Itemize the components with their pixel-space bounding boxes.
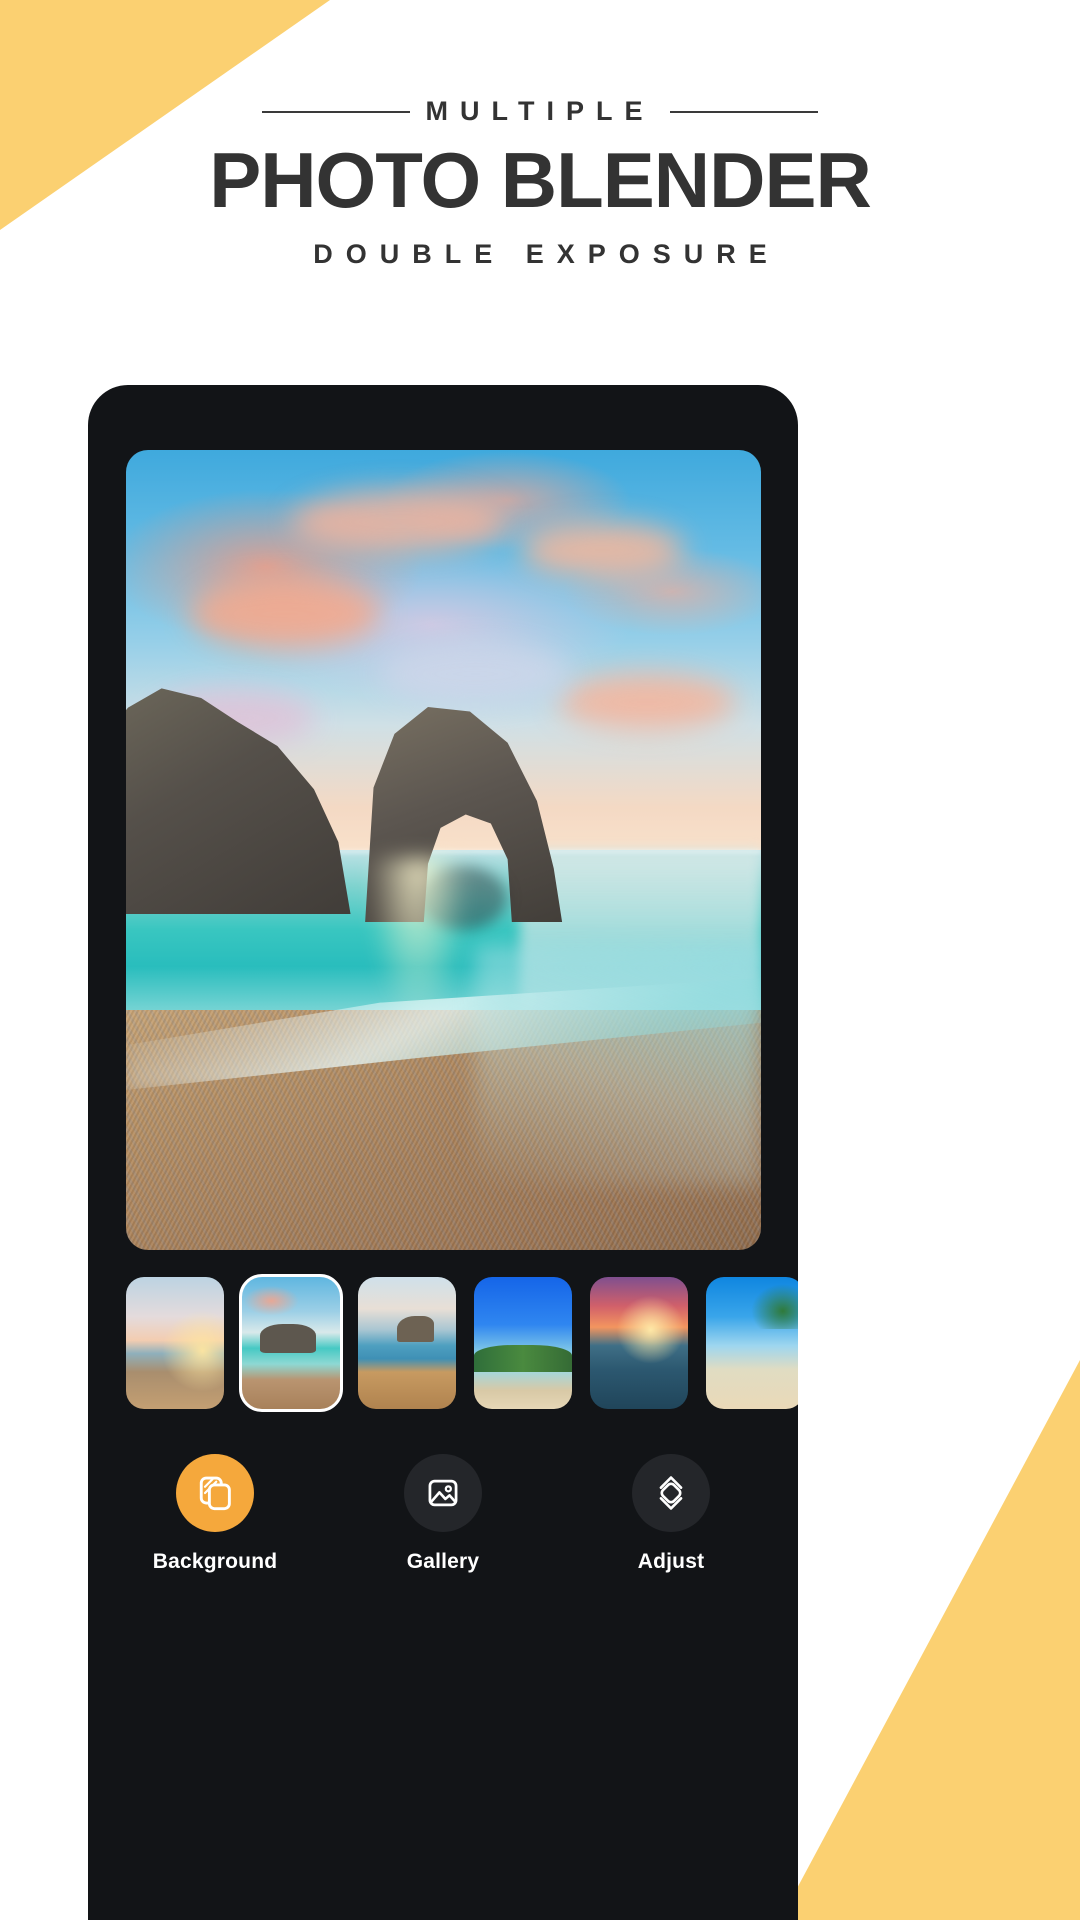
thumbnail-rock (259, 1324, 317, 1354)
tool-adjust[interactable]: Adjust (596, 1454, 746, 1574)
thumbnail-item[interactable] (474, 1276, 572, 1409)
tool-background-label: Background (152, 1550, 278, 1573)
image-icon (428, 1479, 458, 1507)
tool-gallery-label: Gallery (406, 1550, 480, 1573)
bottom-toolbar: Background Gallery Adjust (88, 1440, 798, 1660)
tool-adjust-label: Adjust (637, 1550, 705, 1573)
tool-background-circle (176, 1454, 254, 1532)
thumbnail-item[interactable] (358, 1276, 456, 1409)
preview-canvas[interactable] (126, 450, 761, 1250)
promo-kicker-row: MULTIPLE (0, 96, 1080, 127)
promo-title: PHOTO BLENDER (209, 136, 872, 224)
promo-header: MULTIPLE PHOTO BLENDER DOUBLE EXPOSURE (0, 96, 1080, 270)
tool-adjust-circle (632, 1454, 710, 1532)
thumbnail-art (126, 1276, 224, 1409)
corner-accent-bottom-right (780, 1360, 1080, 1920)
promo-subtitle: DOUBLE EXPOSURE (313, 239, 780, 269)
canvas-photo (126, 450, 761, 1250)
phone-mockup: Background Gallery Adjust (88, 385, 798, 1920)
thumbnail-item[interactable] (590, 1276, 688, 1409)
thumbnail-item[interactable] (706, 1276, 798, 1409)
thumbnail-art (590, 1276, 688, 1409)
thumbnail-foliage (751, 1284, 798, 1330)
photo-cloud (519, 522, 685, 578)
tool-gallery[interactable]: Gallery (368, 1454, 518, 1574)
photo-cloud (380, 642, 571, 706)
tool-gallery-circle (404, 1454, 482, 1532)
photo-cloud (189, 578, 380, 650)
promo-kicker: MULTIPLE (425, 96, 655, 126)
layers-icon (199, 1476, 231, 1511)
background-thumbnail-strip[interactable] (88, 1270, 798, 1415)
thumbnail-art (358, 1276, 456, 1409)
tool-background[interactable]: Background (140, 1454, 290, 1574)
kicker-rule-left (261, 110, 410, 113)
thumbnail-foliage (474, 1345, 572, 1372)
thumbnail-rock (397, 1316, 435, 1343)
thumbnail-art (474, 1276, 572, 1409)
thumbnail-art (242, 1276, 340, 1409)
adjust-diamond-icon (659, 1476, 683, 1510)
thumbnail-item[interactable] (126, 1276, 224, 1409)
photo-surf (475, 946, 761, 1186)
kicker-rule-right (670, 110, 819, 113)
thumbnail-art (706, 1276, 798, 1409)
photo-cloud (291, 490, 507, 554)
thumbnail-item[interactable] (239, 1273, 343, 1412)
photo-cloud (557, 674, 736, 730)
